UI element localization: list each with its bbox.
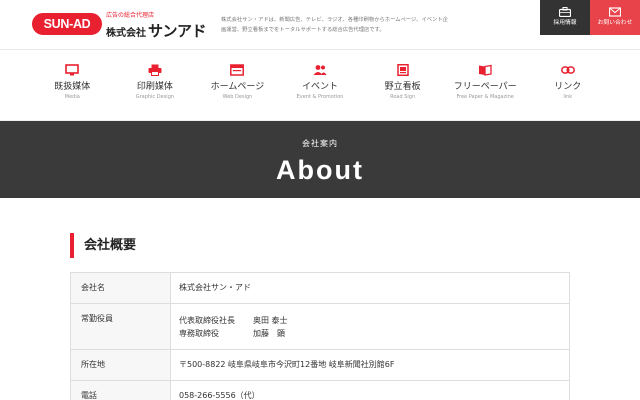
officer-position: 専務取締役 [179,329,219,338]
book-icon [479,64,492,76]
nav-item-label: イベント [302,82,339,92]
recruit-button[interactable]: 採用情報 [540,0,590,35]
logo-wordmark: 株式会社 サンアド [106,20,207,41]
main-nav: 既扱媒体 Media 印刷媒体 Graphic Design ホームページ We… [0,50,640,121]
row-label: 電話 [70,380,171,400]
nav-item-label: 野立看板 [384,82,421,92]
row-value: 株式会社サン・アド [170,272,570,304]
logo[interactable]: SUN-AD [32,13,102,35]
monitor-icon [65,64,80,76]
table-row: 会社名 株式会社サン・アド [70,272,570,304]
row-label: 常勤役員 [70,303,171,350]
nav-item-label: リンク [554,82,582,92]
logo-text[interactable]: 広告の総合代理店 株式会社 サンアド [106,12,207,41]
nav-item-label: 印刷媒体 [136,82,173,92]
officer-entry: 代表取締役社長 奥田 泰士 [179,314,561,327]
site-header: SUN-AD 広告の総合代理店 株式会社 サンアド 株式会社サン・アドは、新聞広… [0,0,640,50]
table-row: 所在地 〒500-8822 岐阜県岐阜市今沢町12番地 岐阜新聞社別館6F [70,349,570,381]
table-row: 電話 058-266-5556（代） [70,380,570,400]
row-label: 会社名 [70,272,171,304]
row-value: 058-266-5556（代） [170,380,570,400]
nav-item-link[interactable]: リンク link [526,50,609,120]
people-icon [313,65,327,75]
logo-badge-text: SUN-AD [43,17,91,31]
company-info-table: 会社名 株式会社サン・アド 常勤役員 代表取締役社長 奥田 泰士 専務取締役 加… [70,272,570,400]
table-row: 常勤役員 代表取締役社長 奥田 泰士 専務取締役 加藤 顕 [70,303,570,350]
officer-name: 加藤 顕 [253,329,285,338]
nav-item-event[interactable]: イベント Event & Promotion [279,50,362,120]
nav-item-sublabel: Road Sign [390,94,416,100]
nav-item-sublabel: Graphic Design [135,94,175,100]
nav-item-label: ホームページ [210,82,265,92]
row-value: 代表取締役社長 奥田 泰士 専務取締役 加藤 顕 [170,303,570,350]
mail-icon [609,7,621,17]
nav-item-sublabel: Web Design [222,94,253,100]
officer-entry: 専務取締役 加藤 顕 [179,327,561,340]
logo-company-name: サンアド [148,23,207,40]
link-icon [560,66,575,74]
logo-subtitle: 広告の総合代理店 [106,12,155,19]
nav-item-free-paper[interactable]: フリーペーパー Free Paper & Magazine [444,50,527,120]
nav-item-sublabel: Media [64,94,80,100]
nav-item-label: フリーペーパー [453,82,517,92]
row-value: 〒500-8822 岐阜県岐阜市今沢町12番地 岐阜新聞社別館6F [170,349,570,381]
nav-item-media[interactable]: 既扱媒体 Media [31,50,114,120]
page-title: About [276,155,364,185]
officer-name: 奥田 泰士 [253,316,288,325]
row-label: 所在地 [70,349,171,381]
contact-label: お問い合わせ [597,20,633,26]
nav-item-road-sign[interactable]: 野立看板 Road Sign [361,50,444,120]
nav-item-sublabel: link [563,94,573,100]
header-tagline: 株式会社サン・アドは、新聞広告、テレビ、ラジオ、各種印刷物からホームページ、イベ… [221,17,448,33]
page-hero: 会社案内 About [0,121,640,198]
signboard-icon [396,64,409,76]
nav-item-graphic-design[interactable]: 印刷媒体 Graphic Design [114,50,197,120]
printer-icon [148,64,162,76]
recruit-label: 採用情報 [553,20,577,26]
contact-button[interactable]: お問い合わせ [590,0,640,35]
nav-item-sublabel: Free Paper & Magazine [456,94,514,100]
officer-position: 代表取締役社長 [179,316,235,325]
briefcase-icon [559,7,571,17]
browser-icon [230,64,245,76]
nav-item-label: 既扱媒体 [54,82,91,92]
logo-company-type: 株式会社 [106,28,146,39]
nav-item-web-design[interactable]: ホームページ Web Design [196,50,279,120]
hero-subtitle: 会社案内 [302,139,338,148]
section-title: 会社概要 [70,233,136,258]
nav-item-sublabel: Event & Promotion [296,94,344,100]
